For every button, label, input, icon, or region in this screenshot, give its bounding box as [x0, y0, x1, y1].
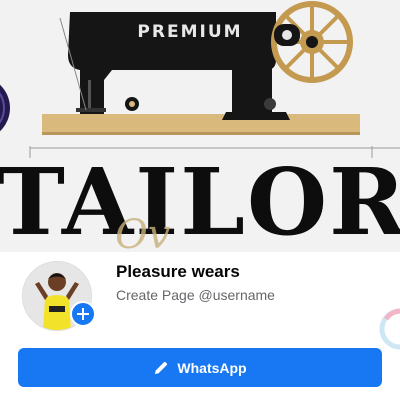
brand-title: TAILOR — [0, 148, 400, 252]
premium-label: PREMIUM — [137, 22, 242, 42]
page-name: Pleasure wears — [116, 262, 240, 281]
cover-photo[interactable]: PREMIUM TAILOR Ov — [0, 0, 400, 252]
script-overlay: Ov — [115, 212, 171, 252]
profile-header: Pleasure wears Create Page @username — [0, 252, 400, 342]
whatsapp-label: WhatsApp — [177, 359, 247, 376]
plus-icon — [77, 308, 89, 320]
add-photo-button[interactable] — [70, 301, 96, 327]
pencil-icon — [153, 360, 169, 376]
sewing-machine-illustration: PREMIUM TAILOR Ov — [0, 1, 400, 252]
wood-base — [42, 114, 360, 134]
whatsapp-button[interactable]: WhatsApp — [18, 348, 382, 387]
page-subtitle[interactable]: Create Page @username — [116, 287, 275, 303]
decorative-ring-icon — [379, 308, 400, 350]
